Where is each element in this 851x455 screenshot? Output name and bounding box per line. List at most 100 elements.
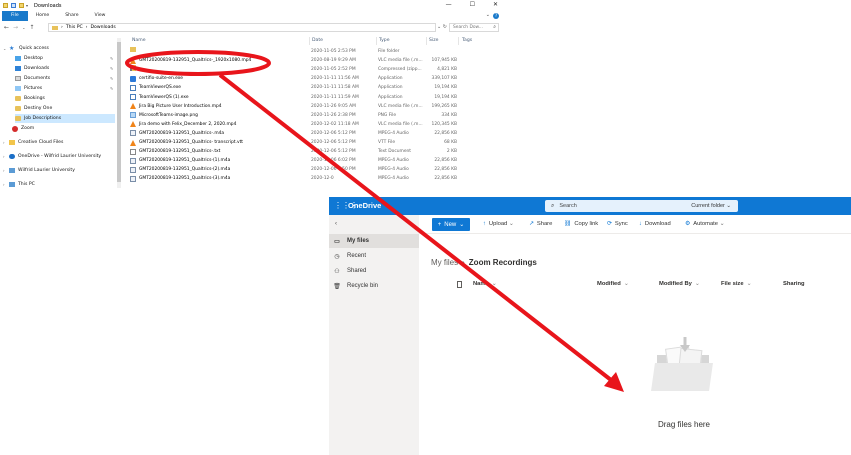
file-row[interactable]: TeamViewerQS.exe 2020-11-11 11:58 AM Appli…	[127, 83, 502, 92]
nav-pane-scrollbar[interactable]	[117, 38, 121, 188]
trash-icon: 🗑	[333, 283, 341, 290]
file-date: 2020-08-19 9:29 AM	[311, 58, 356, 64]
folder-icon[interactable]	[3, 3, 8, 8]
file-date: 2020-12-06 6:02 PM	[311, 158, 356, 164]
nav-item-job-descriptions[interactable]: Job Descriptions	[15, 114, 115, 123]
file-row[interactable]: 2020-11-05 2:53 PM File folder	[127, 47, 502, 56]
share-button[interactable]: ↗ Share	[529, 215, 552, 234]
file-row[interactable]: GMT20200819-132951_Qualtrics-(3).m4a 2020…	[127, 174, 502, 183]
search-scope-dropdown[interactable]: Current folder ⌄	[687, 200, 735, 212]
column-separator[interactable]	[426, 37, 427, 45]
file-row[interactable]: GMT20200819-132951_Qualtrics-(2).m4a 2020…	[127, 165, 502, 174]
column-header-name[interactable]: Name	[132, 36, 146, 46]
breadcrumb-downloads[interactable]: Downloads	[91, 25, 116, 30]
file-date: 2020-11-11 11:58 AM	[311, 85, 359, 91]
quick-access-dropdown-icon[interactable]: ▾	[26, 3, 28, 8]
tab-view[interactable]: View	[87, 11, 114, 21]
forward-arrow-icon[interactable]: →	[13, 24, 18, 31]
column-header-type[interactable]: Type	[379, 36, 390, 46]
nav-item-onedrive[interactable]: › OneDrive - Wilfrid Laurier University	[3, 152, 101, 161]
automate-button[interactable]: ⚙ Automate ⌄	[685, 215, 725, 234]
file-row[interactable]: GMT20200819-132951_Qualtrics-_1920x1080.…	[127, 56, 502, 65]
minimize-icon[interactable]: —	[446, 1, 452, 8]
nav-item-documents[interactable]: Documents	[15, 74, 50, 83]
nav-item-pictures[interactable]: Pictures	[15, 84, 42, 93]
expand-ribbon-icon[interactable]: ⌄	[486, 12, 490, 18]
tab-home[interactable]: Home	[28, 11, 58, 21]
column-header-modified[interactable]: Modified ⌄	[597, 281, 629, 287]
address-dropdown-icon[interactable]: ⌄ ↻	[437, 24, 447, 30]
zip-file-icon	[130, 65, 136, 72]
column-header-sharing[interactable]: Sharing	[783, 281, 805, 287]
file-row[interactable]: Jira Big Picture User Introduction.mp4 20…	[127, 102, 502, 111]
column-header-tags[interactable]: Tags	[462, 36, 472, 46]
file-type: Application	[378, 76, 403, 82]
desktop-icon	[15, 56, 21, 61]
column-header-date[interactable]: Date	[312, 36, 323, 46]
file-row[interactable]: GMT20200819-132951_Qualtrics-.txt 2020-12…	[127, 147, 502, 156]
file-date: 2020-11-05 2:52 PM	[311, 67, 356, 73]
maximize-icon[interactable]: ☐	[470, 1, 475, 8]
upload-button[interactable]: ↑ Upload ⌄	[483, 215, 514, 234]
file-row[interactable]: Jira demo with Felix_December 2, 2020.mp…	[127, 120, 502, 129]
file-row[interactable]: GMT20200819-132951_Qualtrics-(1).m4a 2020…	[127, 156, 502, 165]
od-nav-recent[interactable]: ◷ Recent	[329, 249, 419, 263]
breadcrumb-my-files[interactable]: My files	[431, 258, 458, 267]
column-header-modified-by[interactable]: Modified By ⌄	[659, 281, 700, 287]
column-separator[interactable]	[376, 37, 377, 45]
close-icon[interactable]: ✕	[493, 1, 498, 8]
nav-item-bookings[interactable]: Bookings	[15, 94, 45, 103]
column-separator[interactable]	[458, 37, 459, 45]
up-arrow-icon[interactable]: ↑	[29, 24, 34, 31]
download-button[interactable]: ↓ Download	[639, 215, 671, 234]
file-type-icon	[457, 281, 462, 288]
onedrive-search-input[interactable]: ⌕ Search Current folder ⌄	[545, 200, 738, 212]
column-separator[interactable]	[309, 37, 310, 45]
nav-item-this-pc[interactable]: › This PC	[3, 180, 35, 189]
explorer-titlebar: ▾ Downloads — ☐ ✕	[0, 0, 502, 11]
properties-icon[interactable]	[11, 3, 16, 8]
od-nav-my-files[interactable]: ▭ My files	[329, 234, 419, 248]
address-bar[interactable]: › This PC › Downloads	[48, 23, 436, 32]
nav-item-desktop[interactable]: Desktop	[15, 54, 43, 63]
od-nav-recycle-bin[interactable]: 🗑 Recycle bin	[329, 279, 419, 293]
nav-item-quick-access[interactable]: ⌄ ★ Quick access	[3, 44, 49, 53]
collapse-nav-icon[interactable]: ‹	[335, 221, 337, 227]
new-button[interactable]: + New ⌄	[432, 218, 470, 231]
app-launcher-icon[interactable]: ⋮⋮⋮	[334, 202, 358, 210]
help-icon[interactable]: ?	[493, 13, 499, 19]
nav-item-wilfrid-laurier[interactable]: › Wilfrid Laurier University	[3, 166, 75, 175]
tab-share[interactable]: Share	[57, 11, 86, 21]
file-row[interactable]: GMT20200819-132951_Qualtrics-.m4a 2020-12…	[127, 129, 502, 138]
explorer-search-input[interactable]: Search Dow... ⌕	[449, 23, 499, 32]
nav-item-destiny-one[interactable]: Destiny One	[15, 104, 52, 113]
nav-item-zoom[interactable]: Zoom	[12, 124, 34, 133]
back-arrow-icon[interactable]: ←	[4, 24, 9, 31]
file-row[interactable]: 2020-11-05 2:52 PM Compressed (zipp... 4,8…	[127, 65, 502, 74]
scrollbar-thumb[interactable]	[117, 42, 121, 182]
new-folder-icon[interactable]	[19, 3, 24, 8]
file-row[interactable]: certifio-suite-en.exe 2020-11-11 11:56 AM…	[127, 74, 502, 83]
chevron-down-icon: ⌄	[746, 281, 752, 287]
column-header-size[interactable]: Size	[429, 36, 438, 46]
star-icon: ★	[9, 45, 15, 52]
file-row[interactable]: TeamViewerQS (1).exe 2020-11-11 11:59 AM A…	[127, 93, 502, 102]
tab-file[interactable]: File	[2, 11, 28, 21]
column-header-file-size[interactable]: File size ⌄	[721, 281, 751, 287]
column-header-name[interactable]: Name ⌄	[473, 281, 497, 287]
file-name: GMT20200819-132951_Qualtrics-.txt	[130, 147, 308, 156]
nav-item-downloads[interactable]: Downloads	[15, 64, 49, 73]
nav-item-creative-cloud[interactable]: › Creative Cloud Files	[3, 138, 63, 147]
m4a-file-icon	[130, 130, 136, 137]
navigation-pane: ⌄ ★ Quick access Desktop ✎ Downloads ✎ D…	[0, 38, 120, 188]
copy-link-button[interactable]: ⛓ Copy link	[564, 215, 598, 234]
od-nav-shared[interactable]: ⚇ Shared	[329, 264, 419, 278]
file-size: 107,945 KB	[431, 58, 457, 64]
sync-button[interactable]: ⟳ Sync	[607, 215, 628, 234]
recent-dropdown-icon[interactable]: ⌄	[22, 25, 25, 30]
file-row[interactable]: MicrosoftTeams-image.png 2020-11-26 2:38 …	[127, 111, 502, 120]
onedrive-brand[interactable]: OneDrive	[348, 201, 381, 210]
breadcrumb-this-pc[interactable]: This PC	[66, 25, 83, 30]
file-row[interactable]: GMT20200819-132951_Qualtrics- transcript…	[127, 138, 502, 147]
file-type: VTT File	[378, 140, 396, 145]
